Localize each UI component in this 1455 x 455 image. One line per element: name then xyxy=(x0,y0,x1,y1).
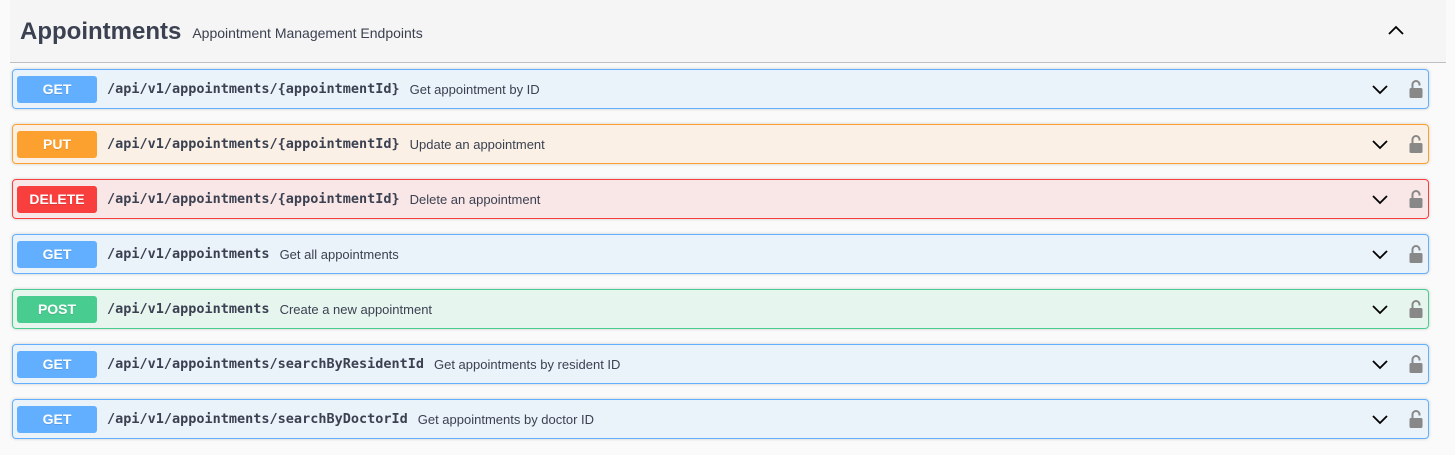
method-badge: GET xyxy=(17,405,97,433)
operation-path[interactable]: /api/v1/appointments/{appointmentId} xyxy=(107,81,400,97)
operation-summary: Delete an appointment xyxy=(409,191,541,207)
tag-description: Appointment Management Endpoints xyxy=(192,25,423,41)
chevron-down-icon[interactable] xyxy=(1370,134,1390,154)
chevron-down-icon[interactable] xyxy=(1370,189,1390,209)
operation-row[interactable]: GET /api/v1/appointments/{appointmentId}… xyxy=(12,69,1429,109)
unlocked-padlock-icon[interactable] xyxy=(1408,299,1424,319)
operation-summary: Update an appointment xyxy=(409,136,545,152)
chevron-down-icon[interactable] xyxy=(1370,79,1390,99)
method-badge: GET xyxy=(17,350,97,378)
operation-row[interactable]: GET /api/v1/appointments/searchByResiden… xyxy=(12,344,1429,384)
operation-row[interactable]: GET /api/v1/appointments Get all appoint… xyxy=(12,234,1429,274)
operation-path[interactable]: /api/v1/appointments/{appointmentId} xyxy=(107,136,400,152)
appointments-tag-section: Appointments Appointment Management Endp… xyxy=(10,0,1446,455)
method-badge: DELETE xyxy=(17,185,97,213)
operation-path[interactable]: /api/v1/appointments xyxy=(107,301,270,317)
operation-summary: Create a new appointment xyxy=(279,301,433,317)
chevron-up-icon[interactable] xyxy=(1386,21,1406,41)
method-badge: PUT xyxy=(17,130,97,158)
operation-row[interactable]: PUT /api/v1/appointments/{appointmentId}… xyxy=(12,124,1429,164)
operation-summary: Get appointments by resident ID xyxy=(433,356,621,372)
method-badge: GET xyxy=(17,75,97,103)
chevron-down-icon[interactable] xyxy=(1370,409,1390,429)
method-badge: POST xyxy=(17,295,97,323)
chevron-down-icon[interactable] xyxy=(1370,354,1390,374)
chevron-down-icon[interactable] xyxy=(1370,299,1390,319)
operation-row[interactable]: POST /api/v1/appointments Create a new a… xyxy=(12,289,1429,329)
operation-row[interactable]: GET /api/v1/appointments/searchByDoctorI… xyxy=(12,399,1429,439)
chevron-down-icon[interactable] xyxy=(1370,244,1390,264)
method-badge: GET xyxy=(17,240,97,268)
operation-path[interactable]: /api/v1/appointments/searchByResidentId xyxy=(107,356,424,372)
tag-title: Appointments xyxy=(20,18,182,45)
operation-path[interactable]: /api/v1/appointments/searchByDoctorId xyxy=(107,411,408,427)
unlocked-padlock-icon[interactable] xyxy=(1408,79,1424,99)
unlocked-padlock-icon[interactable] xyxy=(1408,354,1424,374)
unlocked-padlock-icon[interactable] xyxy=(1408,134,1424,154)
unlocked-padlock-icon[interactable] xyxy=(1408,189,1424,209)
operation-path[interactable]: /api/v1/appointments/{appointmentId} xyxy=(107,191,400,207)
operation-summary: Get appointments by doctor ID xyxy=(417,411,595,427)
unlocked-padlock-icon[interactable] xyxy=(1408,409,1424,429)
operation-row[interactable]: DELETE /api/v1/appointments/{appointment… xyxy=(12,179,1429,219)
operation-summary: Get all appointments xyxy=(279,246,399,262)
operation-path[interactable]: /api/v1/appointments xyxy=(107,246,270,262)
operation-summary: Get appointment by ID xyxy=(409,81,540,97)
unlocked-padlock-icon[interactable] xyxy=(1408,244,1424,264)
tag-header[interactable]: Appointments Appointment Management Endp… xyxy=(10,0,1446,63)
